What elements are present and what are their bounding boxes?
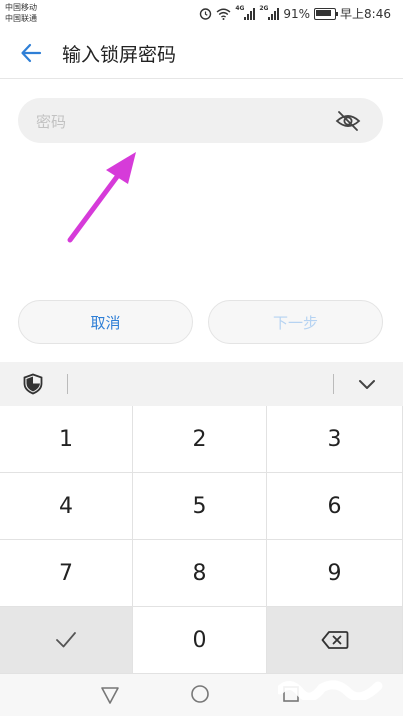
clock: 早上8:46 [340,7,391,21]
toolbar-separator [333,374,334,394]
status-icons: 4G 2G 91% 早上8:46 [199,5,391,22]
nav-home-icon[interactable] [190,684,210,704]
signal-1-icon: 4G [235,4,256,20]
backspace-key[interactable] [267,607,403,674]
eye-off-icon[interactable] [335,108,361,134]
backspace-icon [321,631,348,649]
carrier-1: 中国移动 [5,3,37,12]
key-1[interactable]: 1 [0,406,133,473]
page-title: 输入锁屏密码 [62,44,177,66]
key-6[interactable]: 6 [267,473,403,540]
key-3[interactable]: 3 [267,406,403,473]
signal-1-tag: 4G [235,4,245,12]
chevron-down-icon[interactable] [357,375,377,393]
key-4[interactable]: 4 [0,473,133,540]
wifi-icon [216,8,231,20]
cancel-button[interactable]: 取消 [18,300,193,344]
annotation-arrow [67,152,136,243]
key-5[interactable]: 5 [133,473,267,540]
password-field[interactable] [18,98,383,145]
scribble-overlay [278,680,383,700]
nav-back-icon[interactable] [100,685,120,705]
key-7[interactable]: 7 [0,540,133,607]
password-input[interactable] [34,98,338,145]
arrow-left-icon[interactable] [18,40,44,66]
signal-2-icon: 2G [259,4,280,20]
signal-2-tag: 2G [259,4,269,12]
carrier-info: 中国移动 中国联通 [5,2,37,24]
check-icon [56,632,76,648]
keyboard-toolbar [0,362,403,406]
app-header: 输入锁屏密码 [0,28,403,78]
key-9[interactable]: 9 [267,540,403,607]
alarm-icon [200,8,212,20]
carrier-2: 中国联通 [5,14,37,23]
key-2[interactable]: 2 [133,406,267,473]
toolbar-separator [67,374,68,394]
status-bar: 中国移动 中国联通 4G 2G 91% 早上8:46 [0,0,403,28]
header-divider [0,78,403,79]
next-step-button[interactable]: 下一步 [208,300,383,344]
shield-icon [23,373,43,395]
battery-icon [314,7,339,20]
key-8[interactable]: 8 [133,540,267,607]
confirm-key[interactable] [0,607,133,674]
battery-percent: 91% [283,6,311,21]
key-0[interactable]: 0 [133,607,267,674]
number-keypad: 1 2 3 4 5 6 7 8 9 0 [0,406,403,674]
